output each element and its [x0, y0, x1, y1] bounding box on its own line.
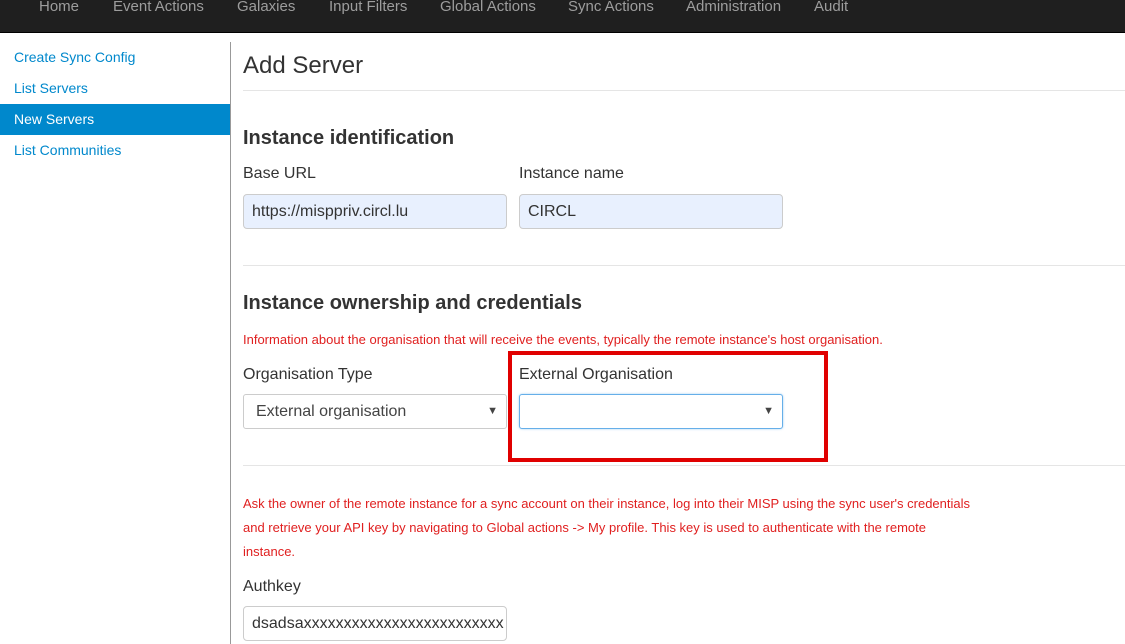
credentials-note-line-1: Ask the owner of the remote instance for…	[243, 496, 971, 511]
credentials-note-line-2: and retrieve your API key by navigating …	[243, 520, 926, 535]
sidebar: Create Sync Config List Servers New Serv…	[0, 42, 230, 644]
sidebar-divider	[230, 42, 231, 644]
instance-name-label: Instance name	[519, 165, 624, 182]
base-url-input[interactable]: https://misppriv.circl.lu	[243, 194, 507, 229]
page-title: Add Server	[243, 52, 364, 79]
nav-audit[interactable]: Audit	[814, 0, 848, 15]
nav-administration[interactable]: Administration	[686, 0, 781, 15]
section-heading-identification: Instance identification	[243, 127, 455, 149]
sidebar-item-new-servers[interactable]: New Servers	[0, 104, 230, 135]
section-heading-ownership: Instance ownership and credentials	[243, 292, 582, 314]
nav-input-filters[interactable]: Input Filters	[329, 0, 407, 15]
nav-global-actions[interactable]: Global Actions	[440, 0, 536, 15]
credentials-note-line-3: instance.	[243, 544, 296, 559]
nav-home[interactable]: Home	[39, 0, 79, 15]
highlight-box	[508, 351, 828, 462]
sidebar-item-list-communities[interactable]: List Communities	[0, 135, 230, 166]
divider	[243, 90, 1125, 91]
nav-event-actions[interactable]: Event Actions	[113, 0, 204, 15]
ownership-info-text: Information about the organisation that …	[243, 332, 883, 347]
organisation-type-select[interactable]: External organisation ▼	[243, 394, 507, 429]
authkey-input[interactable]: dsadsaxxxxxxxxxxxxxxxxxxxxxxxxx	[243, 606, 507, 641]
divider	[243, 465, 1125, 466]
sidebar-item-create-sync-config[interactable]: Create Sync Config	[0, 42, 230, 73]
divider	[243, 265, 1125, 266]
organisation-type-value: External organisation	[256, 403, 407, 420]
chevron-down-icon: ▼	[487, 405, 498, 417]
nav-galaxies[interactable]: Galaxies	[237, 0, 295, 15]
authkey-label: Authkey	[243, 578, 301, 595]
top-navbar: Home Event Actions Galaxies Input Filter…	[0, 0, 1125, 33]
nav-sync-actions[interactable]: Sync Actions	[568, 0, 654, 15]
instance-name-input[interactable]: CIRCL	[519, 194, 783, 229]
base-url-label: Base URL	[243, 165, 316, 182]
organisation-type-label: Organisation Type	[243, 366, 373, 383]
sidebar-item-list-servers[interactable]: List Servers	[0, 73, 230, 104]
